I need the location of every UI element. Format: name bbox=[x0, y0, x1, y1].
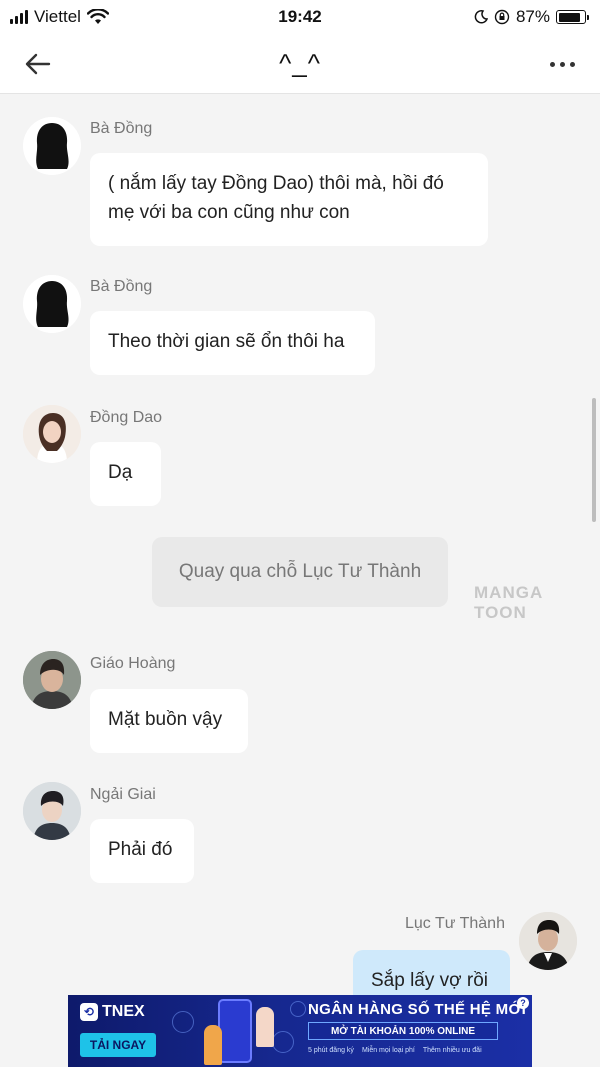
more-dot bbox=[569, 61, 575, 67]
watermark: MANGA TOON bbox=[474, 583, 543, 622]
message-text: Theo thời gian sẽ ổn thôi ha bbox=[108, 331, 345, 352]
ad-decoration bbox=[290, 1001, 306, 1017]
message-text: Mặt buồn vậy bbox=[108, 709, 223, 730]
silhouette-avatar-icon bbox=[23, 275, 81, 333]
sender-name: Lục Tư Thành bbox=[405, 915, 505, 932]
message-text: Sắp lấy vợ rồi bbox=[371, 970, 489, 991]
ad-features: 5 phút đăng ký Miễn mọi loại phí Thêm nh… bbox=[308, 1047, 482, 1054]
sender-name: Bà Đồng bbox=[90, 278, 153, 295]
ad-feature: 5 phút đăng ký bbox=[308, 1047, 354, 1054]
sender-name: Ngải Giai bbox=[90, 786, 156, 803]
chat-area[interactable]: Bà Đồng ( nắm lấy tay Đồng Dao) thôi mà,… bbox=[0, 95, 600, 1014]
message-bubble[interactable]: Theo thời gian sẽ ổn thôi ha bbox=[90, 311, 375, 375]
user-photo-icon bbox=[519, 912, 577, 970]
signal-icon bbox=[10, 10, 28, 24]
person-illustration-icon bbox=[256, 1007, 274, 1047]
silhouette-avatar-icon bbox=[23, 117, 81, 175]
avatar[interactable] bbox=[23, 117, 81, 175]
ad-headline: NGÂN HÀNG SỐ THẾ HỆ MỚI bbox=[308, 1001, 527, 1018]
status-left: Viettel bbox=[10, 7, 109, 27]
message-bubble[interactable]: ( nắm lấy tay Đồng Dao) thôi mà, hồi đó … bbox=[90, 153, 488, 246]
avatar[interactable] bbox=[23, 782, 81, 840]
message-text: ( nắm lấy tay Đồng Dao) thôi mà, hồi đó bbox=[108, 173, 444, 194]
message-bubble[interactable]: Phải đó bbox=[90, 819, 194, 883]
message-bubble[interactable]: Dạ bbox=[90, 442, 161, 506]
back-button[interactable] bbox=[20, 46, 56, 82]
narration-bubble[interactable]: Quay qua chỗ Lục Tư Thành bbox=[152, 537, 448, 607]
moon-icon bbox=[474, 10, 488, 24]
carrier-name: Viettel bbox=[34, 7, 81, 26]
person-illustration-icon bbox=[204, 1025, 222, 1065]
status-time: 19:42 bbox=[278, 7, 322, 26]
chat-header: ^_^ bbox=[0, 34, 600, 94]
more-dot bbox=[559, 61, 565, 67]
user-photo-icon bbox=[23, 405, 81, 463]
sender-name: Đồng Dao bbox=[90, 409, 163, 426]
battery-percent: 87% bbox=[515, 7, 550, 26]
ad-feature: Miễn mọi loại phí bbox=[361, 1047, 415, 1054]
status-bar: Viettel 19:42 87% bbox=[0, 0, 600, 34]
brand-mark-icon: ⟲ bbox=[80, 1003, 98, 1021]
user-photo-icon bbox=[23, 782, 81, 840]
ad-subline: MỞ TÀI KHOẢN 100% ONLINE bbox=[308, 1022, 498, 1040]
status-right: 87% bbox=[474, 7, 589, 27]
message-text: mẹ với ba con cũng như con bbox=[108, 202, 350, 223]
avatar[interactable] bbox=[23, 651, 81, 709]
ad-decoration bbox=[172, 1011, 194, 1033]
ad-feature: Thêm nhiều ưu đãi bbox=[422, 1047, 482, 1054]
ad-info-icon[interactable]: ? bbox=[517, 997, 529, 1009]
chat-message: Bà Đồng ( nắm lấy tay Đồng Dao) thôi mà,… bbox=[0, 95, 600, 255]
ad-banner[interactable]: ⟲ TNEX TẢI NGAY NGÂN HÀNG SỐ THẾ HỆ MỚI … bbox=[68, 995, 532, 1067]
avatar[interactable] bbox=[519, 912, 577, 970]
arrow-left-icon bbox=[25, 53, 51, 75]
more-dots-icon bbox=[549, 61, 555, 67]
scrollbar[interactable] bbox=[592, 398, 596, 522]
wifi-icon bbox=[86, 9, 109, 24]
sender-name: Bà Đồng bbox=[90, 120, 153, 137]
battery-fill bbox=[558, 12, 581, 22]
sender-name: Giáo Hoàng bbox=[90, 655, 176, 672]
ad-decoration bbox=[272, 1031, 294, 1053]
ad-brand-logo: ⟲ TNEX bbox=[80, 1003, 145, 1021]
message-text: Dạ bbox=[108, 462, 133, 483]
ad-download-button[interactable]: TẢI NGAY bbox=[80, 1033, 156, 1057]
user-photo-icon bbox=[23, 651, 81, 709]
orientation-lock-icon bbox=[494, 9, 510, 25]
ad-brand-name: TNEX bbox=[102, 1003, 145, 1020]
page-title: ^_^ bbox=[279, 48, 321, 78]
more-options-button[interactable] bbox=[546, 50, 578, 78]
message-bubble[interactable]: Mặt buồn vậy bbox=[90, 689, 248, 753]
battery-icon bbox=[556, 10, 589, 24]
message-text: Phải đó bbox=[108, 839, 173, 860]
phone-illustration-icon bbox=[218, 999, 252, 1063]
avatar[interactable] bbox=[23, 405, 81, 463]
avatar[interactable] bbox=[23, 275, 81, 333]
